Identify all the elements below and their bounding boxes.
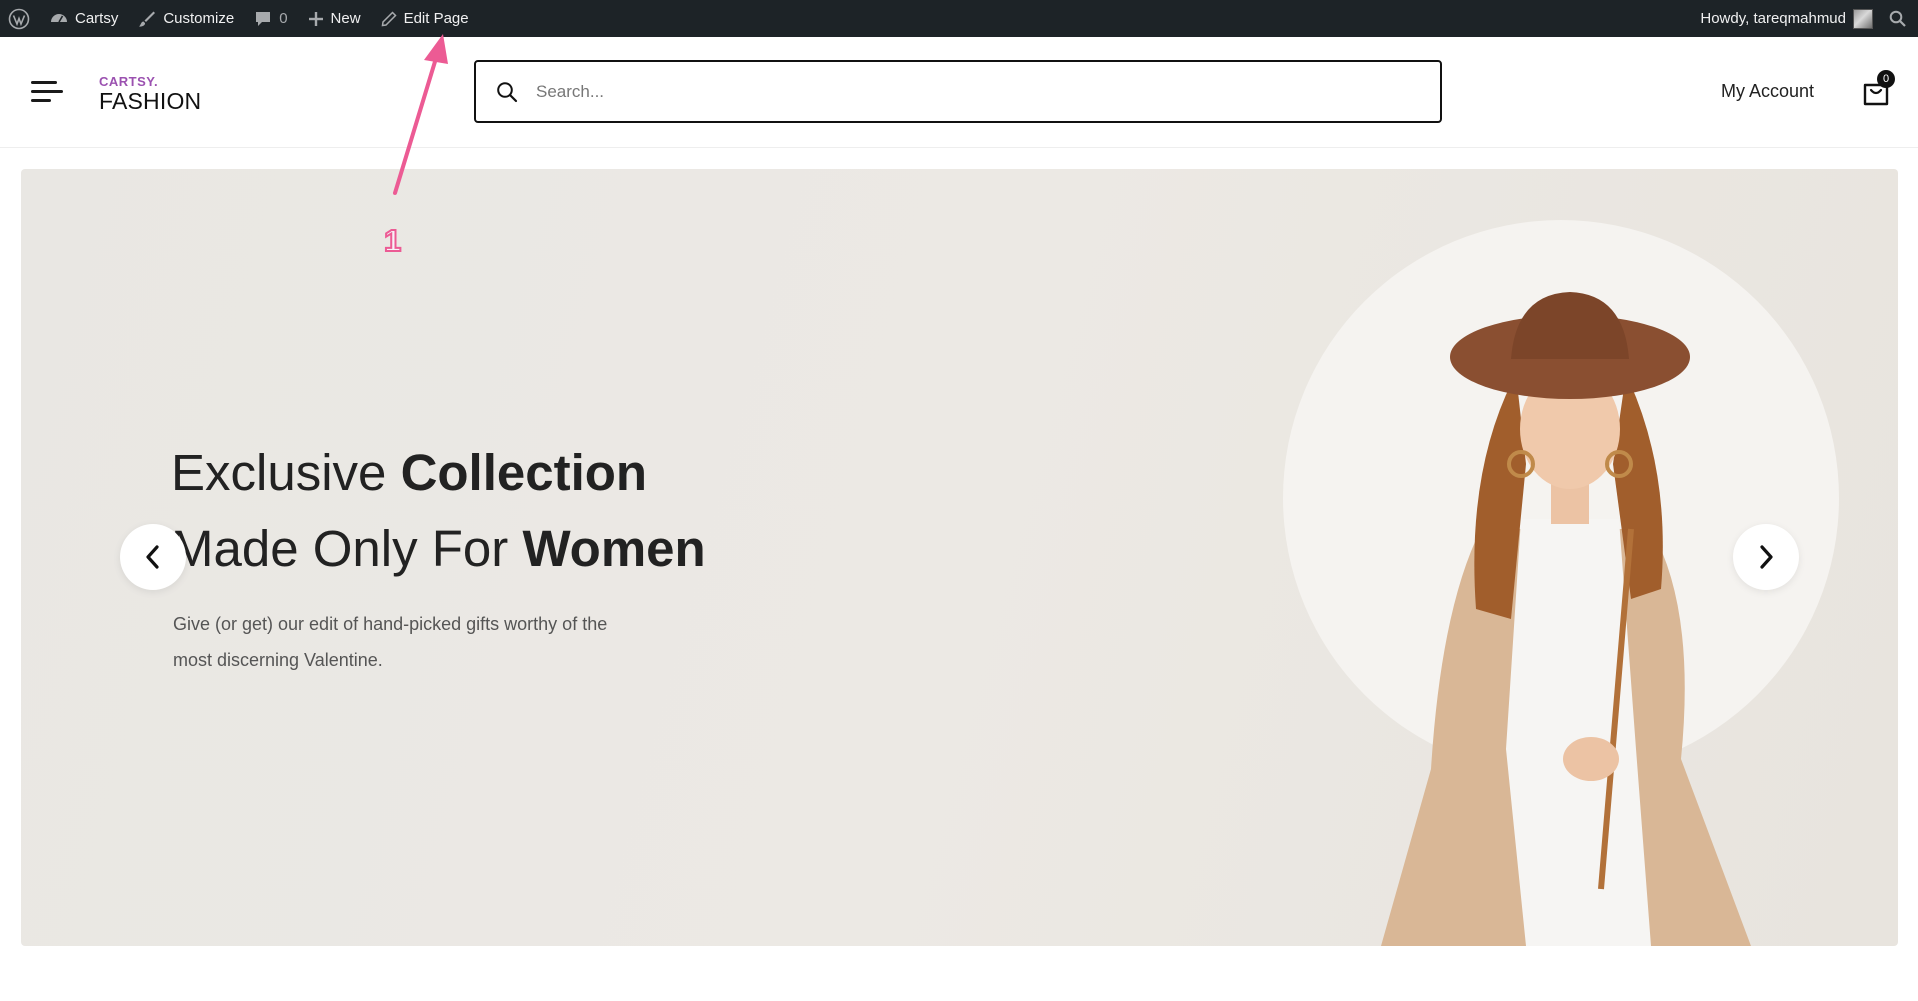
search-input[interactable] (536, 81, 1396, 102)
wp-admin-bar: Cartsy Customize 0 New Edit Page Howdy, … (0, 0, 1918, 37)
hero-description-line1: Give (or get) our edit of hand-picked gi… (173, 614, 608, 634)
new-content-link[interactable]: New (298, 0, 371, 37)
plus-icon (308, 11, 323, 26)
search-icon (497, 81, 518, 102)
headline-line1-regular: Exclusive (171, 444, 401, 501)
comment-bubble-icon (256, 11, 271, 26)
logo-main-text: FASHION (99, 88, 202, 114)
customize-link[interactable]: Customize (128, 0, 244, 37)
slider-next-button[interactable] (1733, 524, 1799, 590)
site-name-label: Cartsy (75, 10, 119, 27)
site-logo[interactable]: CARTSY. FASHION (99, 75, 201, 113)
chevron-right-icon (1760, 545, 1773, 569)
headline-line2: Made Only For Women (171, 520, 706, 577)
customize-label: Customize (163, 10, 235, 27)
hero-description: Give (or get) our edit of hand-picked gi… (173, 606, 693, 678)
paintbrush-icon (139, 11, 156, 27)
howdy-label: Howdy, tareqmahmud (1700, 10, 1846, 27)
comments-link[interactable]: 0 (244, 0, 297, 37)
logo-brand-text: CARTSY. (99, 74, 159, 89)
headline-line1-bold: Collection (400, 444, 648, 501)
dashboard-icon (51, 13, 67, 22)
search-bar (474, 60, 1442, 123)
headline-line2-regular: Made Only For (171, 520, 523, 577)
hamburger-menu-button[interactable] (31, 79, 63, 105)
site-name-link[interactable]: Cartsy (40, 0, 128, 37)
new-label: New (330, 10, 361, 27)
avatar (1853, 8, 1873, 29)
hamburger-line (31, 90, 63, 93)
cart-count-badge: 0 (1877, 70, 1895, 88)
user-account-menu[interactable]: Howdy, tareqmahmud (1690, 0, 1879, 37)
search-icon (1889, 10, 1906, 27)
my-account-link[interactable]: My Account (1721, 81, 1814, 102)
edit-page-label: Edit Page (403, 10, 469, 27)
headline-line1: Exclusive Collection (171, 444, 647, 501)
slider-prev-button[interactable] (120, 524, 186, 590)
site-header: CARTSY. FASHION My Account 0 (0, 37, 1918, 148)
hero-model-image (1381, 292, 1751, 946)
chevron-left-icon (146, 545, 159, 569)
admin-bar-search-button[interactable] (1879, 0, 1918, 37)
hero-description-line2: most discerning Valentine. (173, 650, 383, 670)
hamburger-line (31, 81, 57, 84)
annotation-number: 1 (383, 222, 402, 259)
edit-page-link[interactable]: Edit Page (371, 0, 479, 37)
headline-line2-bold: Women (522, 520, 706, 577)
hamburger-line (31, 99, 51, 102)
hero-headline: Exclusive Collection Made Only For Women (171, 435, 706, 587)
pencil-icon (381, 10, 397, 26)
hero-slider: Exclusive Collection Made Only For Women… (21, 169, 1898, 946)
wordpress-logo-button[interactable] (0, 0, 40, 37)
comments-count: 0 (279, 10, 288, 27)
wordpress-icon (8, 8, 30, 29)
